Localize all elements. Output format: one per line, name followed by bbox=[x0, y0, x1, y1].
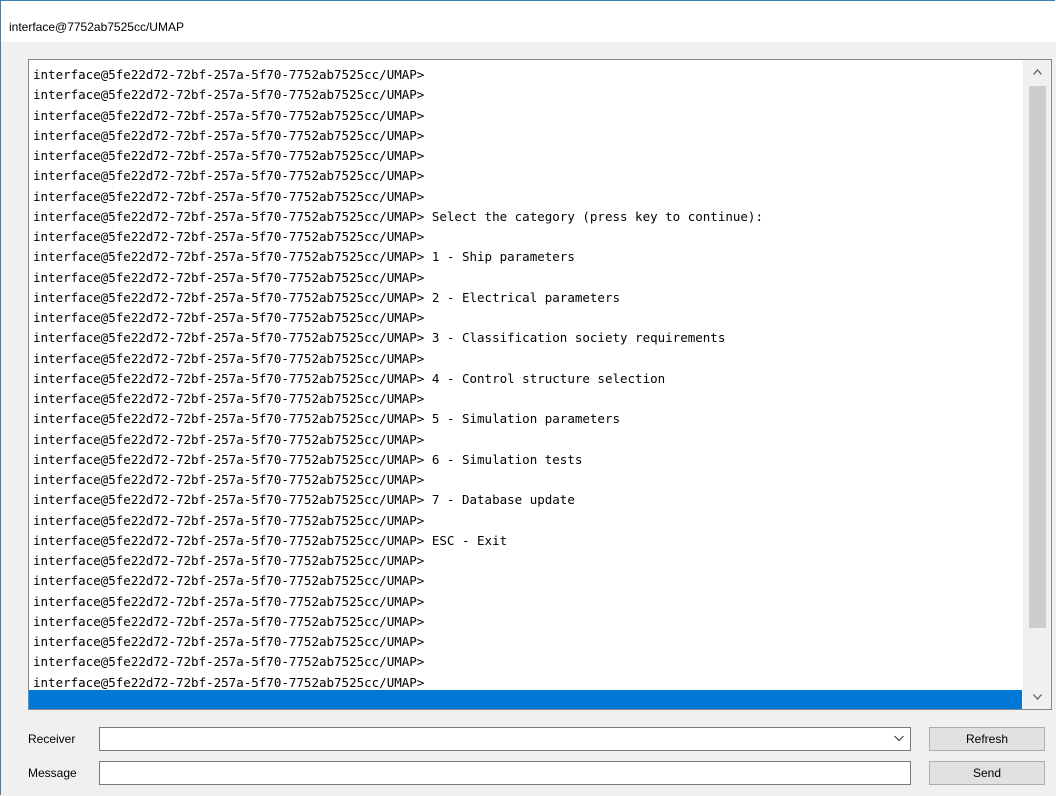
message-input[interactable] bbox=[99, 761, 911, 785]
chevron-up-icon[interactable] bbox=[1023, 60, 1051, 84]
console-line: interface@5fe22d72-72bf-257a-5f70-7752ab… bbox=[33, 391, 425, 406]
console-line: interface@5fe22d72-72bf-257a-5f70-7752ab… bbox=[33, 431, 425, 447]
console-line: interface@5fe22d72-72bf-257a-5f70-7752ab… bbox=[33, 168, 425, 184]
console-line: interface@5fe22d72-72bf-257a-5f70-7752ab… bbox=[33, 370, 666, 386]
console-lines: interface@5fe22d72-72bf-257a-5f70-7752ab… bbox=[33, 65, 763, 709]
console-line: interface@5fe22d72-72bf-257a-5f70-7752ab… bbox=[33, 127, 425, 143]
chevron-down-icon[interactable] bbox=[894, 731, 904, 745]
console-line: interface@5fe22d72-72bf-257a-5f70-7752ab… bbox=[33, 553, 425, 568]
send-button[interactable]: Send bbox=[929, 761, 1045, 785]
refresh-button[interactable]: Refresh bbox=[929, 727, 1045, 751]
console-line: interface@5fe22d72-72bf-257a-5f70-7752ab… bbox=[33, 451, 583, 467]
receiver-label: Receiver bbox=[28, 732, 76, 746]
console-line: interface@5fe22d72-72bf-257a-5f70-7752ab… bbox=[33, 350, 425, 366]
console-line: interface@5fe22d72-72bf-257a-5f70-7752ab… bbox=[33, 310, 425, 325]
console-line: interface@5fe22d72-72bf-257a-5f70-7752ab… bbox=[33, 330, 726, 346]
console-line: interface@5fe22d72-72bf-257a-5f70-7752ab… bbox=[33, 613, 425, 629]
console-line: interface@5fe22d72-72bf-257a-5f70-7752ab… bbox=[33, 67, 425, 82]
console-output[interactable]: interface@5fe22d72-72bf-257a-5f70-7752ab… bbox=[28, 59, 1052, 710]
window-title: interface@7752ab7525cc/UMAP bbox=[9, 20, 184, 34]
console-line: interface@5fe22d72-72bf-257a-5f70-7752ab… bbox=[33, 593, 425, 609]
console-line: interface@5fe22d72-72bf-257a-5f70-7752ab… bbox=[33, 634, 425, 649]
console-line: interface@5fe22d72-72bf-257a-5f70-7752ab… bbox=[33, 148, 425, 163]
console-line: interface@5fe22d72-72bf-257a-5f70-7752ab… bbox=[33, 208, 763, 224]
console-line: interface@5fe22d72-72bf-257a-5f70-7752ab… bbox=[33, 411, 620, 427]
receiver-combobox[interactable] bbox=[99, 727, 911, 751]
message-label: Message bbox=[28, 766, 77, 780]
vertical-scrollbar[interactable] bbox=[1023, 60, 1051, 709]
console-line: interface@5fe22d72-72bf-257a-5f70-7752ab… bbox=[33, 532, 508, 548]
title-bar: interface@7752ab7525cc/UMAP bbox=[0, 0, 1056, 42]
console-line: interface@5fe22d72-72bf-257a-5f70-7752ab… bbox=[33, 512, 425, 528]
console-line: interface@5fe22d72-72bf-257a-5f70-7752ab… bbox=[33, 107, 425, 123]
console-line: interface@5fe22d72-72bf-257a-5f70-7752ab… bbox=[33, 654, 425, 670]
chevron-down-icon[interactable] bbox=[1023, 685, 1051, 709]
console-line: interface@5fe22d72-72bf-257a-5f70-7752ab… bbox=[33, 229, 425, 244]
console-line: interface@5fe22d72-72bf-257a-5f70-7752ab… bbox=[33, 573, 425, 589]
console-line: interface@5fe22d72-72bf-257a-5f70-7752ab… bbox=[33, 249, 575, 265]
selected-line[interactable] bbox=[29, 690, 1022, 709]
console-line: interface@5fe22d72-72bf-257a-5f70-7752ab… bbox=[33, 472, 425, 487]
console-line: interface@5fe22d72-72bf-257a-5f70-7752ab… bbox=[33, 87, 425, 103]
console-line: interface@5fe22d72-72bf-257a-5f70-7752ab… bbox=[33, 188, 425, 204]
console-line: interface@5fe22d72-72bf-257a-5f70-7752ab… bbox=[33, 269, 425, 285]
console-line: interface@5fe22d72-72bf-257a-5f70-7752ab… bbox=[33, 492, 575, 508]
scrollbar-thumb[interactable] bbox=[1029, 86, 1046, 628]
console-line: interface@5fe22d72-72bf-257a-5f70-7752ab… bbox=[33, 289, 620, 305]
